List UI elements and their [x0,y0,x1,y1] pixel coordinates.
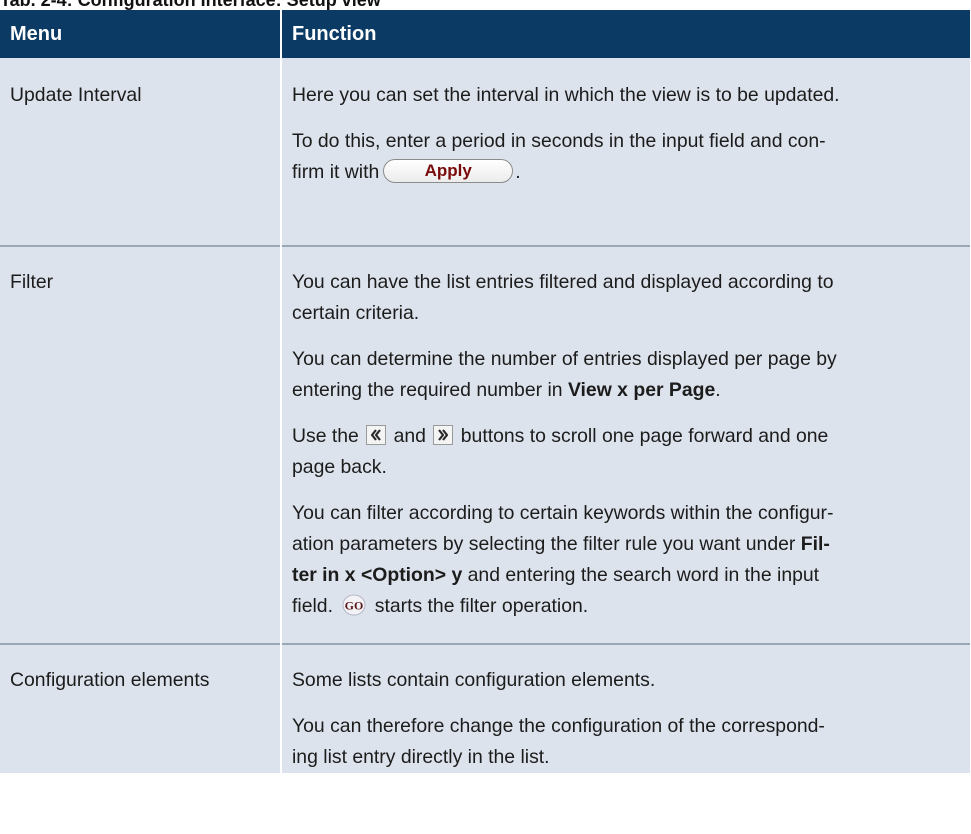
go-icon[interactable]: GO [342,594,366,616]
svg-text:GO: GO [345,599,364,613]
table-row-filter: Filter You can have the list entries fil… [0,245,970,644]
text: starts the filter operation. [374,595,589,617]
table-row-configuration-elements: Configuration elements Some lists contai… [0,643,970,773]
menu-cell: Update Interval [0,58,282,246]
paragraph: You can have the list entries filtered a… [292,267,962,329]
paragraph: Some lists contain configuration element… [292,665,962,696]
function-cell: You can have the list entries filtered a… [281,245,970,644]
header-menu: Menu [0,10,282,58]
double-chevron-left-icon[interactable] [366,425,387,446]
bold-term: ter in x <Option> y [292,564,463,586]
text: field. [292,595,333,617]
text: . [715,379,721,401]
paragraph: Use the and buttons to scroll one page f… [292,421,962,483]
menu-label: Update Interval [10,84,142,106]
text: You can determine the number of entries … [292,348,837,370]
text: Some lists contain configuration element… [292,669,656,691]
text: . [515,161,521,183]
table-row-update-interval: Update Interval Here you can set the int… [0,58,970,246]
function-cell: Some lists contain configuration element… [281,643,970,773]
bold-term: View x per Page [567,379,716,401]
text: Use the [292,425,359,447]
table-caption: Tab. 2-4: Configuration Interface: Setup… [0,0,381,10]
paragraph: You can filter according to certain keyw… [292,498,962,622]
paragraph: You can therefore change the configurati… [292,711,962,773]
text: You can therefore change the configurati… [292,715,825,737]
apply-button[interactable]: Apply [383,158,514,183]
function-cell: Here you can set the interval in which t… [281,58,970,246]
menu-cell: Filter [0,245,282,644]
text: ation parameters by selecting the filter… [292,533,796,555]
menu-label: Configuration elements [10,669,210,691]
function-table: Menu Function Update Interval Here you c… [0,10,970,773]
text: page back. [292,456,387,478]
bold-term: Fil- [800,533,830,555]
text: and [393,425,426,447]
table-header-row: Menu Function [0,10,970,58]
paragraph: You can determine the number of entries … [292,344,962,406]
text: To do this, enter a period in seconds in… [292,130,826,152]
text: You can filter according to certain keyw… [292,502,834,524]
text: Here you can set the interval in which t… [292,84,840,106]
text: and entering the search word in the inpu… [467,564,820,586]
text: You can have the list entries filtered a… [292,271,834,293]
menu-label: Filter [10,271,54,293]
header-function: Function [281,10,970,58]
paragraph: To do this, enter a period in seconds in… [292,126,962,188]
text: certain criteria. [292,302,420,324]
text: buttons to scroll one page forward and o… [460,425,829,447]
double-chevron-right-icon[interactable] [433,425,454,446]
text: ing list entry directly in the list. [292,746,550,768]
paragraph: Here you can set the interval in which t… [292,80,962,111]
text: entering the required number in [292,379,563,401]
menu-cell: Configuration elements [0,643,282,773]
text: firm it with [292,161,380,183]
